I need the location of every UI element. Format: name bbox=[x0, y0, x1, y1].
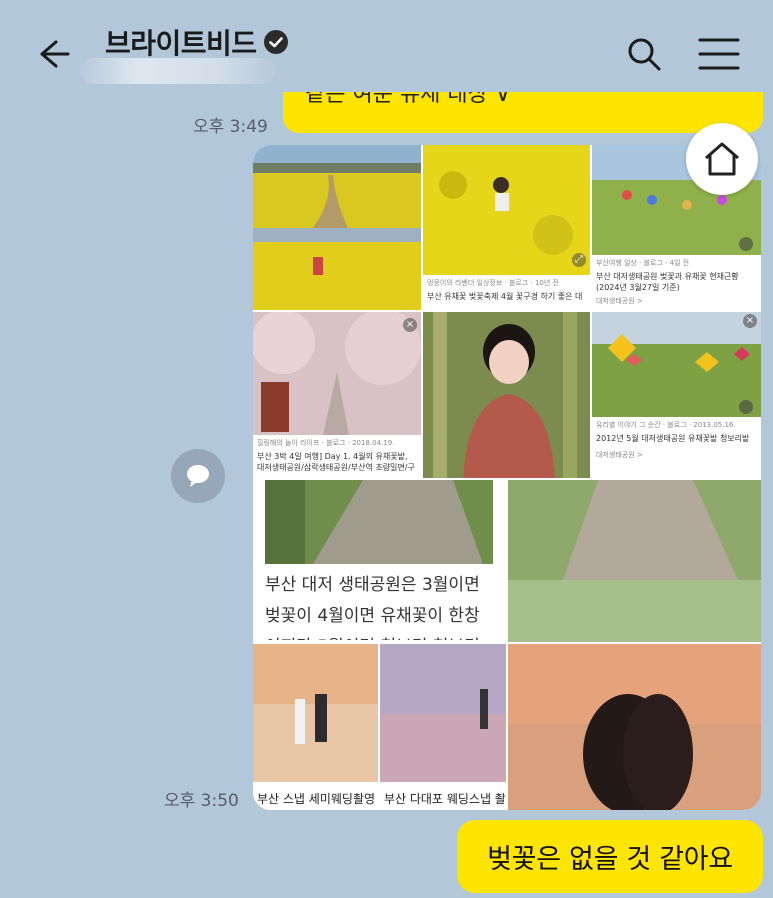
image-card[interactable]: × 힐링해의 놀이 라이프 · 블로그 · 2018.04.19. 부산 3박 … bbox=[253, 312, 421, 478]
pinwheel-field-photo bbox=[592, 312, 761, 417]
couple-sunset-photo bbox=[508, 644, 761, 810]
image-search-result-grid[interactable]: ⤢ 멍뭉이의 라벤더 일상정보 · 블로그 · 10년 전 부산 유채꽃 벚꽃축… bbox=[253, 145, 761, 810]
card-title: 부산 대저생태공원 벚꽃과 유채꽃 현재근황 (2024년 3월27일 기준) bbox=[596, 272, 739, 292]
card-caption: 부산여행 일상 · 블로그 · 4일 전 부산 대저생태공원 벚꽃과 유채꽃 현… bbox=[592, 255, 761, 310]
image-card[interactable]: 부산 스냅 세미웨딩촬영 ... bbox=[253, 644, 378, 810]
speech-bubble-icon bbox=[171, 449, 225, 503]
card-caption: 힐링해의 놀이 라이프 · 블로그 · 2018.04.19. 부산 3박 4일… bbox=[253, 435, 421, 478]
beach-wedding-photo bbox=[253, 644, 378, 782]
card-title: 부산 3박 4일 여행] Day 1. 4월의 유채꽃밭, 대저생태공원/삼락생… bbox=[257, 452, 415, 472]
verified-badge-icon bbox=[263, 29, 289, 55]
park-path-photo bbox=[253, 480, 506, 570]
message-time: 오후 3:50 bbox=[164, 791, 239, 811]
title-wrap: 브라이트비드 bbox=[105, 22, 289, 62]
image-card[interactable]: 부산 대저 생태공원은 3월이면 벚꽃이 4월이면 유채꽃이 한창이지만 5월이… bbox=[253, 480, 506, 642]
previous-message-bubble[interactable]: 같은 여운 유채 대상 ∨ bbox=[283, 92, 763, 133]
portrait-photo bbox=[423, 312, 590, 478]
card-source: 부산여행 일상 · 블로그 · 4일 전 bbox=[596, 259, 690, 267]
image-card[interactable] bbox=[423, 312, 590, 478]
image-card[interactable] bbox=[508, 644, 761, 810]
card-title: 부산 유채꽃 벚꽃축제 4월 꽃구경 하기 좋은 대저생태공원 4시간 개화정보 bbox=[427, 292, 583, 301]
card-title: 2012년 5월 대저생태공원 유채꽃밭 청보리밭 bbox=[596, 434, 750, 443]
image-card[interactable]: ⤢ 멍뭉이의 라벤더 일상정보 · 블로그 · 10년 전 부산 유채꽃 벚꽃축… bbox=[423, 145, 590, 310]
card-tag[interactable]: 대저생태공원 > bbox=[596, 296, 757, 306]
card-source: 힐링해의 놀이 라이프 · 블로그 · 2018.04.19. bbox=[257, 439, 395, 447]
my-message-bubble[interactable]: 벚꽃은 없을 것 같아요 bbox=[457, 820, 763, 893]
card-title: 부산 대저 생태공원은 3월이면 벚꽃이 4월이면 유채꽃이 한창이지만 5월이… bbox=[265, 575, 480, 640]
card-caption: 부산 대저 생태공원은 3월이면 벚꽃이 4월이면 유채꽃이 한창이지만 5월이… bbox=[253, 570, 506, 642]
image-card[interactable]: 부산 다대포 웨딩스냅 촬 bbox=[380, 644, 506, 810]
image-card[interactable] bbox=[508, 480, 761, 642]
expand-icon[interactable] bbox=[739, 237, 753, 251]
card-title: 부산 다대포 웨딩스냅 촬 bbox=[380, 782, 506, 810]
card-tag[interactable]: 대저생태공원 > bbox=[596, 450, 757, 460]
back-arrow-icon[interactable] bbox=[30, 34, 74, 74]
expand-icon[interactable]: ⤢ bbox=[572, 253, 586, 267]
blurred-subtitle bbox=[80, 58, 275, 84]
card-title: 부산 스냅 세미웨딩촬영 ... bbox=[253, 782, 378, 810]
search-icon[interactable] bbox=[624, 34, 664, 74]
expand-icon[interactable] bbox=[739, 400, 753, 414]
share-button[interactable] bbox=[171, 449, 226, 503]
cherry-blossom-path-photo bbox=[253, 312, 421, 435]
close-icon[interactable]: × bbox=[743, 314, 757, 328]
message-time: 오후 3:49 bbox=[193, 117, 268, 137]
chat-header: 브라이트비드 bbox=[0, 0, 773, 100]
chat-title: 브라이트비드 bbox=[105, 27, 257, 60]
card-source: 유리별 이야기 그 순간 · 블로그 · 2013.05.16. bbox=[596, 421, 736, 429]
card-caption: 멍뭉이의 라벤더 일상정보 · 블로그 · 10년 전 부산 유채꽃 벚꽃축제 … bbox=[423, 275, 590, 310]
home-button[interactable] bbox=[686, 123, 758, 195]
close-icon[interactable]: × bbox=[403, 318, 417, 332]
image-card[interactable] bbox=[253, 145, 421, 310]
image-card[interactable]: × 유리별 이야기 그 순간 · 블로그 · 2013.05.16. 2012년… bbox=[592, 312, 761, 478]
card-caption: 유리별 이야기 그 순간 · 블로그 · 2013.05.16. 2012년 5… bbox=[592, 417, 761, 478]
rapeseed-field-photo bbox=[253, 145, 421, 310]
my-message-text: 벚꽃은 없을 것 같아요 bbox=[487, 844, 733, 875]
menu-icon[interactable] bbox=[697, 36, 741, 72]
beach-wedding-photo bbox=[380, 644, 506, 782]
rapeseed-field-photo bbox=[423, 145, 590, 275]
previous-message-text: 같은 여운 유채 대상 ∨ bbox=[305, 92, 511, 107]
card-source: 멍뭉이의 라벤더 일상정보 · 블로그 · 10년 전 bbox=[427, 279, 559, 287]
grass-path-photo bbox=[508, 480, 761, 642]
home-icon bbox=[705, 142, 739, 176]
